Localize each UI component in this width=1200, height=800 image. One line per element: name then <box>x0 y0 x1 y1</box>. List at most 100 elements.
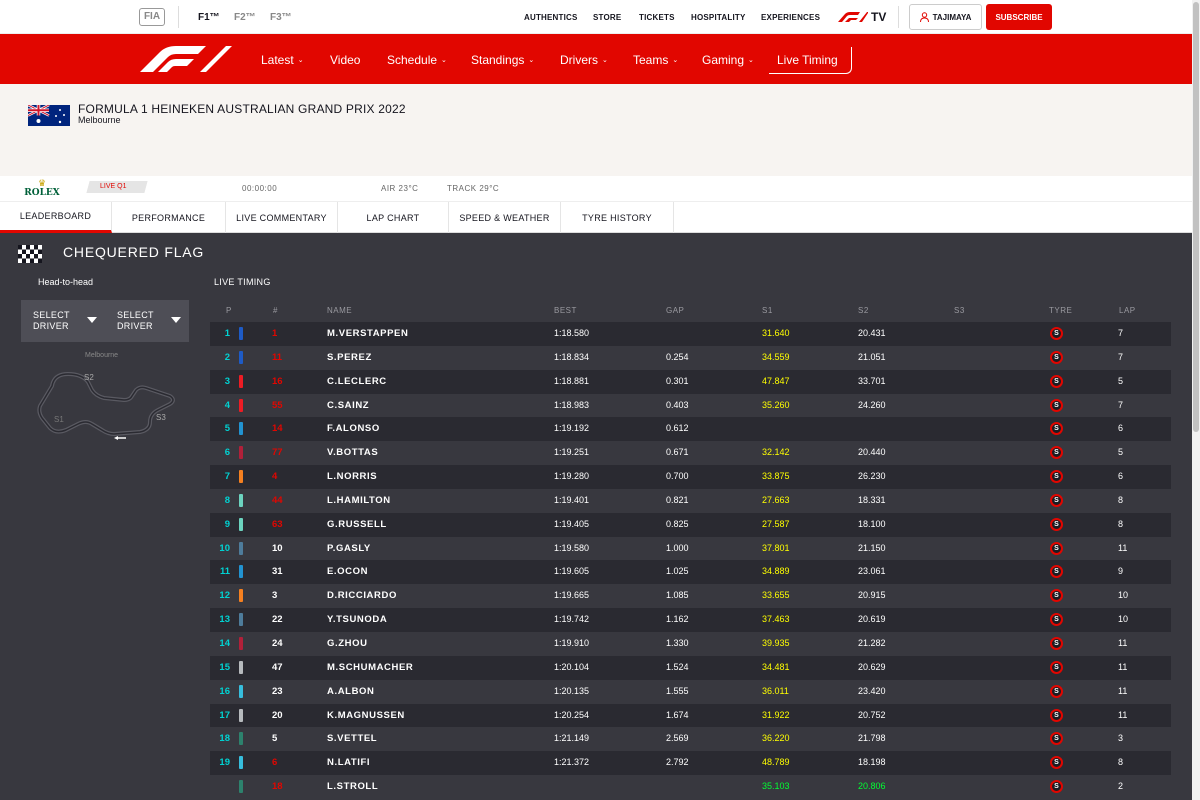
table-row[interactable]: 15 47 M.SCHUMACHER 1:20.104 1.524 34.481 20.62… <box>210 655 1171 680</box>
lap-count: 11 <box>1118 637 1128 648</box>
position: 18 <box>219 733 230 745</box>
table-row[interactable]: 10 10 P.GASLY 1:19.580 1.000 37.801 21.150 S 11 <box>210 536 1171 561</box>
gap: 0.612 <box>666 423 689 434</box>
f1tv-link[interactable]: TV <box>836 6 899 28</box>
nav-latest[interactable]: Latest ⌄ <box>261 53 304 67</box>
f1-logo[interactable] <box>140 46 232 72</box>
sector-1: 35.260 <box>762 399 790 410</box>
tab-live-commentary[interactable]: LIVE COMMENTARY <box>226 202 338 233</box>
soft-tyre-icon: S <box>1050 398 1063 412</box>
table-row[interactable]: 5 14 F.ALONSO 1:19.192 0.612 S 6 <box>210 417 1171 442</box>
sector-1: 34.559 <box>762 351 790 362</box>
authentics-link[interactable]: AUTHENTICS <box>524 13 578 22</box>
car-number: 77 <box>272 447 283 459</box>
table-row[interactable]: 6 77 V.BOTTAS 1:19.251 0.671 32.142 20.440 S 5 <box>210 441 1171 466</box>
position: 19 <box>219 757 230 769</box>
nav-teams[interactable]: Teams ⌄ <box>633 53 678 67</box>
table-row[interactable]: 18 5 S.VETTEL 1:21.149 2.569 36.220 21.798 S 3 <box>210 727 1171 752</box>
store-link[interactable]: STORE <box>593 13 621 22</box>
best-lap: 1:19.280 <box>554 471 590 482</box>
select-driver-1[interactable]: SELECT DRIVER <box>21 300 105 342</box>
nav-gaming[interactable]: Gaming ⌄ <box>702 53 754 67</box>
driver-name: K.MAGNUSSEN <box>327 709 405 721</box>
table-row[interactable]: 1 1 M.VERSTAPPEN 1:18.580 31.640 20.431 S 7 <box>210 322 1171 346</box>
subscribe-button[interactable]: SUBSCRIBE <box>986 4 1052 30</box>
nav-label: Drivers <box>560 53 598 67</box>
team-color-bar <box>239 684 243 698</box>
table-row[interactable]: 16 23 A.ALBON 1:20.135 1.555 36.011 23.420 S 11 <box>210 679 1171 704</box>
gap: 1.000 <box>666 542 689 553</box>
table-row[interactable]: 4 55 C.SAINZ 1:18.983 0.403 35.260 24.260 S 7 <box>210 393 1171 418</box>
best-lap: 1:19.401 <box>554 494 590 505</box>
table-row[interactable]: 11 31 E.OCON 1:19.605 1.025 34.889 23.061 S 9 <box>210 560 1171 585</box>
table-row[interactable]: 12 3 D.RICCIARDO 1:19.665 1.085 33.655 20.915 S… <box>210 584 1171 609</box>
soft-tyre-icon: S <box>1050 636 1063 650</box>
car-number: 18 <box>272 781 283 793</box>
table-row[interactable]: 19 6 N.LATIFI 1:21.372 2.792 48.789 18.198 S 8 <box>210 751 1171 776</box>
sector-1: 34.481 <box>762 661 790 672</box>
sector-2: 20.431 <box>858 328 886 338</box>
nav-standings[interactable]: Standings ⌄ <box>471 53 534 67</box>
series-f2-link[interactable]: F2™ <box>234 12 256 23</box>
driver-name: L.HAMILTON <box>327 494 391 506</box>
table-row[interactable]: 8 44 L.HAMILTON 1:19.401 0.821 27.663 18.331 S 8 <box>210 488 1171 513</box>
tab-performance[interactable]: PERFORMANCE <box>112 202 226 233</box>
nav-video[interactable]: Video <box>330 53 360 67</box>
series-f3-link[interactable]: F3™ <box>270 12 292 23</box>
car-number: 22 <box>272 614 283 626</box>
scrollbar-thumb[interactable] <box>1193 2 1199 432</box>
position: 13 <box>219 614 230 626</box>
col-number: # <box>273 306 278 315</box>
tab-lap-chart[interactable]: LAP CHART <box>338 202 449 233</box>
sector-2: 20.806 <box>858 781 886 792</box>
table-row[interactable]: 9 63 G.RUSSELL 1:19.405 0.825 27.587 18.100 S 8 <box>210 512 1171 537</box>
session-info-strip: ♛ ROLEX LIVE Q1 00:00:00 AIR 23°C TRACK … <box>0 176 1192 202</box>
team-color-bar <box>239 756 243 770</box>
sector-2: 21.051 <box>858 351 886 362</box>
tab-leaderboard[interactable]: LEADERBOARD <box>0 202 112 233</box>
lap-count: 9 <box>1118 566 1124 577</box>
nav-live-timing[interactable]: Live Timing <box>769 47 852 74</box>
table-row[interactable]: 2 11 S.PEREZ 1:18.834 0.254 34.559 21.051 S 7 <box>210 345 1171 370</box>
hospitality-link[interactable]: HOSPITALITY <box>691 13 746 22</box>
lap-count: 5 <box>1118 447 1124 458</box>
tickets-link[interactable]: TICKETS <box>639 13 675 22</box>
account-button[interactable]: TAJIMAYA <box>909 4 982 30</box>
car-number: 23 <box>272 685 283 697</box>
select-driver-2[interactable]: SELECT DRIVER <box>105 300 189 342</box>
sector-label: S2 <box>84 373 94 382</box>
table-row[interactable]: 13 22 Y.TSUNODA 1:19.742 1.162 37.463 20.619 S 1… <box>210 608 1171 632</box>
user-icon <box>919 12 929 22</box>
sector-1: 36.220 <box>762 733 790 744</box>
soft-tyre-icon: S <box>1050 517 1063 531</box>
soft-tyre-icon: S <box>1050 756 1063 770</box>
chequered-flag-icon <box>18 245 42 263</box>
driver-name: N.LATIFI <box>327 757 371 769</box>
sector-2: 18.100 <box>858 518 886 529</box>
experiences-link[interactable]: EXPERIENCES <box>761 13 820 22</box>
table-row[interactable]: 17 20 K.MAGNUSSEN 1:20.254 1.674 31.922 20.752… <box>210 703 1171 728</box>
soft-tyre-icon: S <box>1050 780 1063 794</box>
chevron-down-icon: ⌄ <box>441 57 447 64</box>
series-f1-link[interactable]: F1™ <box>198 12 220 23</box>
nav-drivers[interactable]: Drivers ⌄ <box>560 53 608 67</box>
driver-name: C.SAINZ <box>327 399 370 411</box>
nav-schedule[interactable]: Schedule ⌄ <box>387 53 447 67</box>
table-row[interactable]: 7 4 L.NORRIS 1:19.280 0.700 33.875 26.230 S 6 <box>210 465 1171 489</box>
car-number: 1 <box>272 328 278 339</box>
team-color-bar <box>239 374 243 388</box>
tab-speed-weather[interactable]: SPEED & WEATHER <box>449 202 561 233</box>
table-row[interactable]: 14 24 G.ZHOU 1:19.910 1.330 39.935 21.282 S 11 <box>210 631 1171 656</box>
tab-tyre-history[interactable]: TYRE HISTORY <box>561 202 674 233</box>
car-number: 24 <box>272 637 283 649</box>
fia-logo[interactable]: FIA <box>139 8 165 26</box>
sector-1: 39.935 <box>762 637 790 648</box>
event-location: Melbourne <box>78 115 121 125</box>
sector-1: 37.463 <box>762 614 790 625</box>
table-row[interactable]: 18 L.STROLL 35.103 20.806 S 2 <box>210 775 1171 799</box>
table-row[interactable]: 3 16 C.LECLERC 1:18.881 0.301 47.847 33.701 S 5 <box>210 369 1171 394</box>
position: 9 <box>224 518 230 530</box>
soft-tyre-icon: S <box>1050 541 1063 555</box>
top-bar: FIA F1™ F2™ F3™ AUTHENTICS STORE TICKETS… <box>0 0 1192 34</box>
lap-count: 10 <box>1118 590 1129 601</box>
